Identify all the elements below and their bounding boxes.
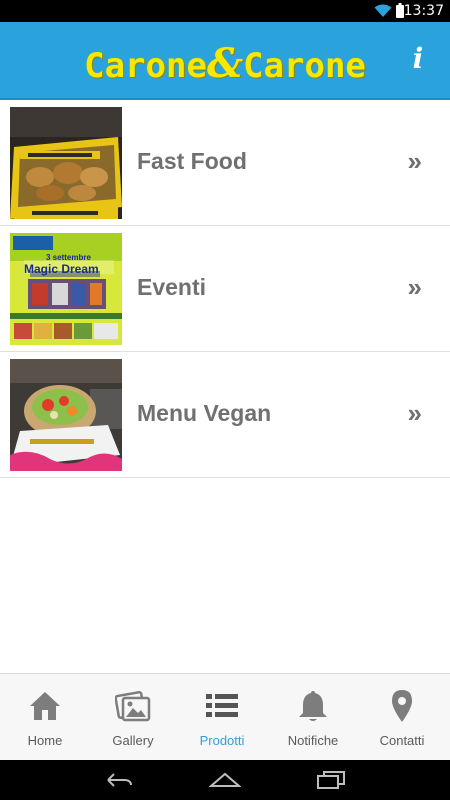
nav-item-notifiche[interactable]: Notifiche (268, 674, 358, 761)
event-poster-line1: 3 settembre (46, 253, 91, 262)
wifi-icon (374, 4, 392, 17)
info-button[interactable]: i (408, 44, 428, 74)
app-logo: Carone&Carone (0, 40, 450, 87)
gallery-icon (115, 690, 151, 722)
nav-item-contatti[interactable]: Contatti (357, 674, 447, 761)
home-outline-icon[interactable] (209, 770, 241, 790)
status-time: 13:37 (403, 3, 444, 19)
location-pin-icon (392, 690, 412, 722)
eventi-thumbnail: 3 settembre Magic Dream (10, 233, 122, 345)
nav-label: Prodotti (199, 733, 245, 748)
app-header: Carone&Carone i (0, 22, 450, 100)
nav-label: Notifiche (287, 733, 339, 748)
list-icon (206, 694, 238, 717)
status-bar: 13:37 (0, 0, 450, 22)
menu-vegan-thumbnail (10, 359, 122, 471)
chevron-right-icon: » (407, 146, 422, 176)
bell-icon (299, 691, 327, 721)
nav-label: Home (27, 733, 63, 748)
chevron-right-icon: » (407, 398, 422, 428)
chevron-right-icon: » (407, 272, 422, 302)
list-item-eventi[interactable]: 3 settembre Magic Dream Eventi » (0, 226, 450, 352)
list-item-label: Menu Vegan (137, 400, 272, 426)
logo-left-text: Carone (84, 46, 207, 86)
bottom-navigation: Home Gallery Prodotti Notifiche Contatti (0, 673, 450, 760)
list-item-label: Fast Food (137, 148, 247, 174)
nav-label: Contatti (379, 733, 425, 748)
app-screen: 13:37 Carone&Carone i Fast Food » 3 sett… (0, 0, 450, 800)
nav-item-home[interactable]: Home (0, 674, 90, 761)
list-item-label: Eventi (137, 274, 207, 300)
back-icon[interactable] (104, 770, 134, 790)
logo-ampersand: & (206, 40, 244, 87)
system-navigation-bar (0, 760, 450, 800)
product-list: Fast Food » 3 settembre Magic Dream Even… (0, 100, 450, 478)
nav-item-gallery[interactable]: Gallery (88, 674, 178, 761)
event-poster-line2: Magic Dream (24, 262, 99, 276)
recents-icon[interactable] (316, 770, 346, 790)
nav-item-prodotti[interactable]: Prodotti (177, 674, 267, 761)
list-item-fast-food[interactable]: Fast Food » (0, 100, 450, 226)
fast-food-thumbnail (10, 107, 122, 219)
home-icon (30, 692, 60, 720)
list-item-menu-vegan[interactable]: Menu Vegan » (0, 352, 450, 478)
nav-label: Gallery (112, 733, 154, 748)
logo-right-text: Carone (243, 46, 366, 86)
